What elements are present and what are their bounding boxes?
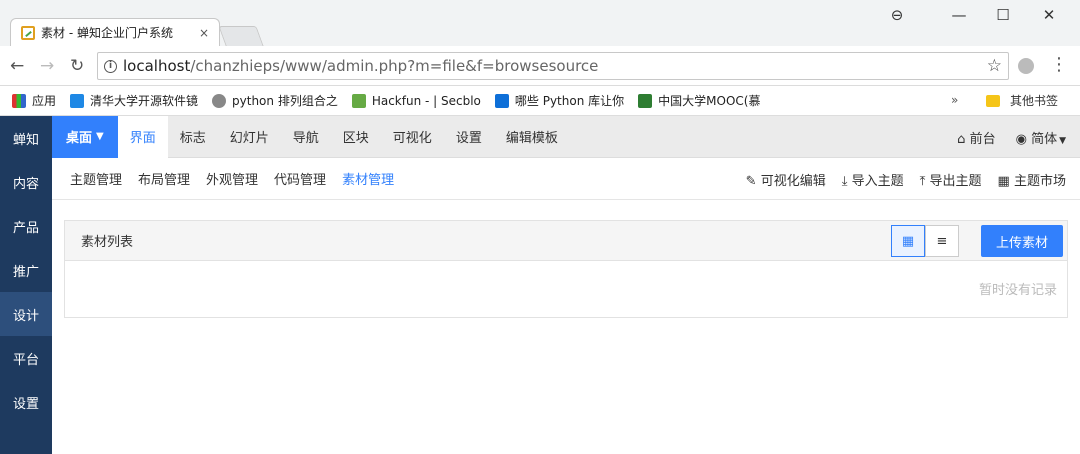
empty-message: 暂时没有记录 [978, 283, 1057, 298]
sidebar: 蝉知 内容 产品 推广 设计 平台 设置 [0, 116, 52, 454]
url-host: localhost [123, 57, 191, 75]
caret-down-icon: ▼ [1059, 135, 1066, 146]
list-icon: ≡ [936, 233, 948, 249]
subnav-code[interactable]: 代码管理 [274, 169, 326, 188]
sidebar-item-promote[interactable]: 推广 [0, 248, 52, 292]
tab-navigation[interactable]: 导航 [281, 116, 331, 158]
download-icon: ⤓ [841, 173, 848, 189]
subnav-appearance[interactable]: 外观管理 [206, 169, 258, 188]
panel-title: 素材列表 [81, 235, 134, 250]
hackfun-icon [351, 93, 366, 108]
tsinghua-icon [70, 93, 85, 108]
desktop-menu-button[interactable]: 桌面 ▼ [52, 115, 118, 158]
close-window-button[interactable]: ✕ [1034, 6, 1064, 24]
subnav-theme[interactable]: 主题管理 [70, 169, 122, 188]
reload-icon[interactable]: ↻ [70, 56, 84, 76]
back-arrow-icon[interactable]: ← [10, 56, 24, 76]
info-icon[interactable]: i [104, 59, 117, 73]
upload-source-button[interactable]: 上传素材 [981, 225, 1063, 257]
bookmark-zhihu[interactable]: 哪些 Python 库让你 [494, 92, 624, 109]
bookmark-star-icon[interactable]: ☆ [987, 56, 1002, 76]
magic-wand-icon: ✎ [745, 173, 757, 189]
tab-interface[interactable]: 界面 [117, 115, 168, 158]
zhihu-icon [494, 93, 509, 108]
tab-edit-template[interactable]: 编辑模板 [494, 116, 570, 158]
frontend-link[interactable]: ⌂ 前台 [957, 128, 995, 147]
tab-settings[interactable]: 设置 [444, 116, 494, 158]
tab-visual[interactable]: 可视化 [381, 116, 444, 158]
folder-icon [986, 94, 1000, 107]
apps-grid-icon [12, 93, 26, 108]
bookmark-apps[interactable]: 应用 [12, 92, 56, 109]
sidebar-item-design[interactable]: 设计 [0, 292, 52, 336]
subnav-layout[interactable]: 布局管理 [138, 169, 190, 188]
bookmarks-more-button[interactable]: » [951, 93, 958, 107]
subnav-source[interactable]: 素材管理 [342, 169, 394, 188]
language-switcher[interactable]: ◉ 简体 ▼ [1016, 128, 1066, 147]
export-theme-link[interactable]: ⤒ 导出主题 [920, 170, 982, 189]
browser-tab[interactable]: 素材 - 蝉知企业门户系统 × [10, 18, 220, 46]
list-view-button[interactable]: ≡ [925, 225, 959, 257]
sidebar-item-product[interactable]: 产品 [0, 204, 52, 248]
tab-slides[interactable]: 幻灯片 [218, 116, 281, 158]
grid-icon: ▦ [901, 233, 915, 249]
tab-blocks[interactable]: 区块 [331, 116, 381, 158]
main-content: 桌面 ▼ 界面 标志 幻灯片 导航 区块 可视化 设置 编辑模板 ⌂ 前台 ◉ 简… [52, 115, 1080, 454]
browser-menu-icon[interactable]: ⋮ [1050, 54, 1068, 75]
home-icon: ⌂ [957, 131, 966, 147]
grid-icon: ▦ [997, 173, 1010, 189]
bookmark-python[interactable]: python 排列组合之 [212, 92, 338, 109]
sidebar-item-content[interactable]: 内容 [0, 160, 52, 204]
source-list-panel: 素材列表 ▦ ≡ 上传素材 暂时没有记录 [64, 220, 1068, 318]
visual-edit-link[interactable]: ✎ 可视化编辑 [746, 170, 826, 189]
extension-icon[interactable] [1018, 58, 1034, 74]
bookmark-tsinghua[interactable]: 清华大学开源软件镜 [70, 92, 198, 109]
upload-icon: ⤒ [919, 173, 926, 189]
caret-down-icon: ▼ [96, 131, 104, 142]
sub-actions: ✎ 可视化编辑 ⤓ 导入主题 ⤒ 导出主题 ▦ 主题市场 [746, 158, 1066, 200]
url-path: /chanzhieps/www/admin.php?m=file&f=brows… [190, 57, 599, 75]
minimize-button[interactable]: — [944, 6, 974, 24]
sidebar-item-platform[interactable]: 平台 [0, 336, 52, 380]
view-toggle: ▦ ≡ [891, 225, 959, 257]
favicon-icon [21, 25, 35, 40]
tab-logo[interactable]: 标志 [168, 116, 218, 158]
top-nav: 桌面 ▼ 界面 标志 幻灯片 导航 区块 可视化 设置 编辑模板 ⌂ 前台 ◉ 简… [52, 115, 1080, 158]
tab-close-icon[interactable]: × [199, 26, 209, 40]
address-bar-row: ← → ↻ i localhost/chanzhieps/www/admin.p… [0, 46, 1080, 86]
bookmark-mooc[interactable]: 中国大学MOOC(慕 [638, 92, 760, 109]
python-site-icon [212, 93, 227, 108]
mooc-icon [638, 93, 653, 108]
sidebar-item-brand[interactable]: 蝉知 [0, 116, 52, 160]
panel-header: 素材列表 ▦ ≡ 上传素材 [65, 221, 1067, 261]
url-input[interactable]: i localhost/chanzhieps/www/admin.php?m=f… [97, 52, 1009, 80]
maximize-button[interactable]: ☐ [988, 6, 1018, 24]
bookmark-other-folder[interactable]: 其他书签 [986, 92, 1058, 109]
new-tab-button[interactable] [218, 26, 264, 46]
bookmark-hackfun[interactable]: Hackfun - | Secblo [351, 93, 481, 108]
sidebar-item-settings[interactable]: 设置 [0, 380, 52, 424]
tab-title: 素材 - 蝉知企业门户系统 [41, 26, 173, 40]
top-nav-right: ⌂ 前台 ◉ 简体 ▼ [957, 116, 1066, 158]
profile-icon[interactable]: ⊖ [882, 6, 912, 24]
bookmarks-bar: 应用 清华大学开源软件镜 python 排列组合之 Hackfun - | Se… [0, 86, 1080, 116]
forward-arrow-icon[interactable]: → [40, 56, 54, 76]
app-root: 蝉知 内容 产品 推广 设计 平台 设置 桌面 ▼ 界面 标志 幻灯片 导航 区块… [0, 115, 1080, 454]
import-theme-link[interactable]: ⤓ 导入主题 [842, 170, 904, 189]
grid-view-button[interactable]: ▦ [891, 225, 925, 257]
globe-icon: ◉ [1015, 131, 1027, 147]
theme-market-link[interactable]: ▦ 主题市场 [998, 170, 1066, 189]
browser-titlebar: 素材 - 蝉知企业门户系统 × ⊖ — ☐ ✕ [0, 0, 1080, 46]
